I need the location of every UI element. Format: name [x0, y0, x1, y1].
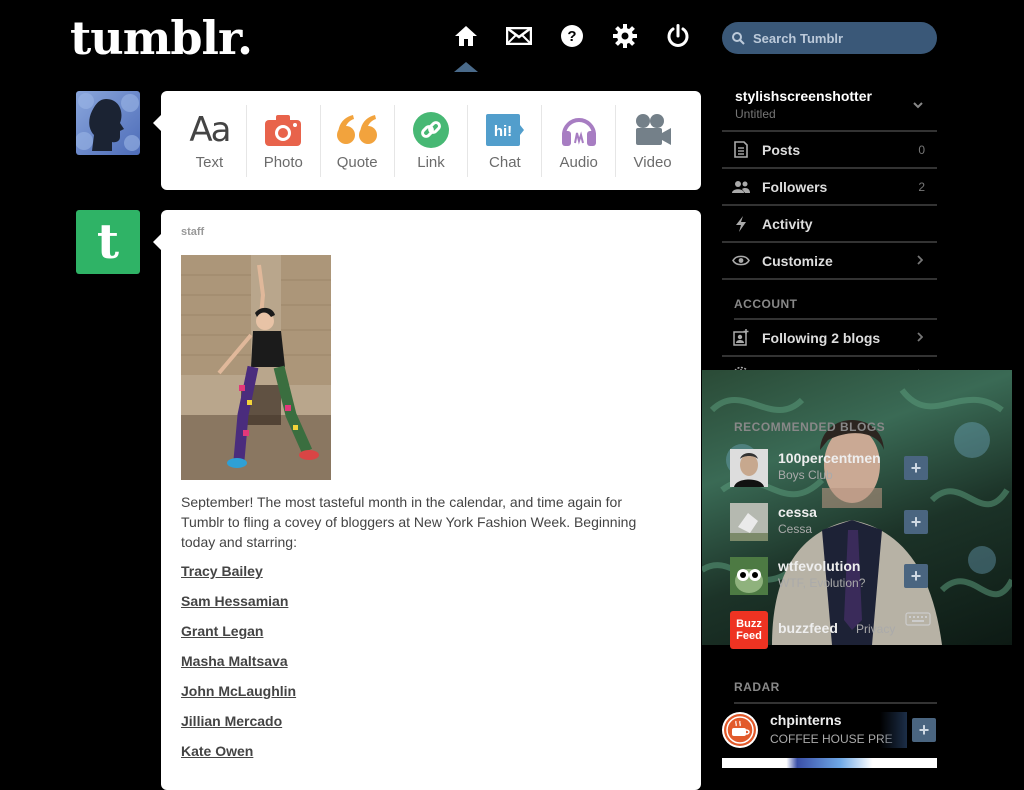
search-input[interactable] [751, 29, 925, 47]
follow-button[interactable]: + [912, 718, 936, 742]
recommended-blog[interactable]: cessa Cessa [730, 502, 817, 542]
radar-section-title: RADAR [734, 680, 937, 704]
chat-icon: hi! [485, 110, 525, 150]
posts-count: 0 [918, 142, 925, 157]
lightning-icon [732, 215, 750, 232]
add-person-icon [732, 329, 750, 346]
follow-button[interactable]: + [904, 564, 928, 588]
document-icon [732, 141, 750, 158]
staff-avatar[interactable]: t [76, 210, 140, 274]
text-icon: Aa [189, 110, 231, 150]
recommended-section-title: RECOMMENDED BLOGS [734, 420, 886, 434]
chevron-right-icon [917, 329, 924, 347]
post-link[interactable]: John McLaughlin [181, 682, 296, 712]
power-icon[interactable] [664, 22, 692, 50]
post-type-video[interactable]: Video [616, 105, 689, 177]
sidebar-item-followers[interactable]: Followers 2 [722, 169, 937, 206]
post-link[interactable]: Tracy Bailey [181, 562, 296, 592]
recommended-blog[interactable]: 100percentmen Boys Club [730, 448, 881, 488]
account-section-title: ACCOUNT [734, 297, 937, 320]
eye-icon [732, 255, 750, 266]
blog-avatar [730, 557, 768, 595]
post-type-text[interactable]: Aa Text [173, 104, 247, 177]
people-icon [732, 180, 750, 194]
post-photo[interactable] [181, 255, 331, 480]
search-bar[interactable] [722, 22, 937, 54]
quote-icon [336, 110, 378, 150]
sidebar-item-activity[interactable]: Activity [722, 206, 937, 243]
post-type-photo[interactable]: Photo [247, 104, 321, 177]
sidebar: stylishscreenshotter Untitled Posts 0 Fo… [722, 78, 937, 392]
post-type-chat[interactable]: hi! Chat [468, 104, 543, 177]
followers-count: 2 [918, 179, 925, 194]
post-link[interactable]: Jillian Mercado [181, 712, 296, 742]
blog-name: stylishscreenshotter [735, 88, 872, 104]
recommended-blog[interactable]: Buzz Feed buzzfeed Privacy [730, 610, 895, 650]
blog-title: Untitled [735, 107, 776, 121]
post-link[interactable]: Grant Legan [181, 622, 296, 652]
sidebar-item-posts[interactable]: Posts 0 [722, 132, 937, 169]
post-type-bar: Aa Text Photo Quote Link hi! Chat Audio [161, 91, 701, 190]
chevron-down-icon [913, 96, 923, 114]
user-avatar[interactable] [76, 91, 140, 155]
post-type-audio[interactable]: Audio [542, 104, 617, 177]
post-type-quote[interactable]: Quote [321, 104, 395, 177]
help-icon[interactable]: ? [558, 22, 586, 50]
blog-switcher[interactable]: stylishscreenshotter Untitled [722, 78, 937, 132]
dashboard-post: staff September! The most tasteful month… [161, 210, 701, 790]
home-icon[interactable] [452, 22, 480, 50]
post-body: September! The most tasteful month in th… [181, 494, 637, 550]
keyboard-icon[interactable] [905, 612, 931, 631]
search-icon [732, 31, 745, 45]
post-link[interactable]: Sam Hessamian [181, 592, 296, 622]
post-type-link[interactable]: Link [395, 104, 469, 177]
coffee-cup-icon [722, 712, 758, 748]
sidebar-item-customize[interactable]: Customize [722, 243, 937, 280]
mail-icon[interactable] [505, 22, 533, 50]
blog-avatar [730, 449, 768, 487]
post-link-list: Tracy Bailey Sam Hessamian Grant Legan M… [181, 562, 296, 772]
radar-fade [880, 712, 907, 748]
sidebar-item-following[interactable]: Following 2 blogs [722, 320, 937, 357]
camera-icon [264, 110, 302, 150]
radar-blog[interactable]: chpinterns COFFEE HOUSE PRE [722, 710, 893, 750]
blog-avatar [730, 503, 768, 541]
buzzfeed-logo: Buzz Feed [730, 611, 768, 649]
svg-text:hi!: hi! [494, 123, 512, 140]
chevron-right-icon [917, 252, 924, 270]
active-nav-indicator [454, 62, 478, 72]
composer-pointer [153, 115, 161, 131]
link-icon [413, 110, 449, 150]
post-link[interactable]: Masha Maltsava [181, 652, 296, 682]
post-author[interactable]: staff [181, 226, 204, 238]
svg-text:?: ? [567, 28, 576, 45]
video-camera-icon [634, 110, 672, 150]
recommended-blog[interactable]: wtfevolution WTF, Evolution? [730, 556, 865, 596]
settings-icon[interactable] [611, 22, 639, 50]
post-pointer [153, 234, 161, 250]
follow-button[interactable]: + [904, 456, 928, 480]
follow-button[interactable]: + [904, 510, 928, 534]
headphones-icon [560, 110, 598, 150]
radar-image[interactable] [722, 758, 937, 768]
tumblr-logo[interactable]: tumblr. [70, 8, 253, 68]
